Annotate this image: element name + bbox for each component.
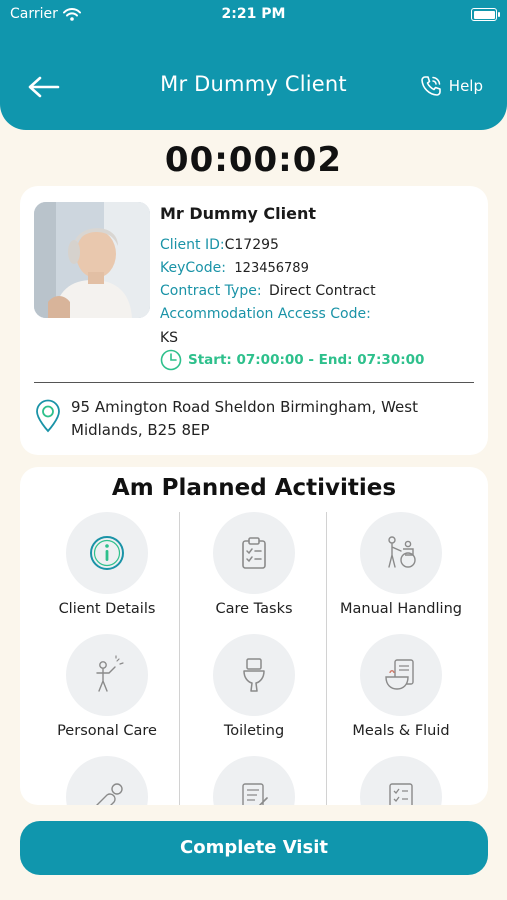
activity-medication[interactable]	[32, 756, 182, 805]
keycode-value: 123456789	[234, 261, 309, 276]
activity-label: Toileting	[223, 723, 285, 739]
phone-icon	[420, 76, 441, 96]
info-icon	[90, 536, 124, 570]
keycode-label: KeyCode:	[160, 260, 226, 276]
activity-label: Meals & Fluid	[352, 723, 450, 739]
schedule-row: Start: 07:00:00 - End: 07:30:00	[160, 349, 424, 371]
meal-icon	[385, 659, 414, 690]
activities-title: Am Planned Activities	[111, 475, 397, 501]
activity-label: Personal Care	[57, 723, 157, 739]
status-bar: Carrier 2:21 PM	[0, 0, 507, 30]
activity-label: Manual Handling	[340, 601, 462, 617]
checklist-icon	[389, 783, 413, 805]
activities-card: Am Planned Activities Client Details Car…	[20, 467, 488, 805]
complete-visit-button[interactable]: Complete Visit	[20, 821, 488, 875]
activity-label: Client Details	[58, 601, 156, 617]
clipboard-icon	[242, 537, 266, 569]
status-time: 2:21 PM	[221, 6, 286, 22]
medication-icon	[96, 783, 123, 805]
activity-label: Care Tasks	[215, 601, 293, 617]
client-address: 95 Amington Road Sheldon Birmingham, Wes…	[71, 398, 418, 439]
help-label: Help	[448, 77, 483, 95]
person-care-icon	[96, 655, 124, 692]
battery-icon	[471, 8, 500, 21]
location-pin-icon	[36, 399, 60, 433]
access-code-label: Accommodation Access Code:	[160, 306, 371, 322]
card-divider	[34, 382, 474, 383]
client-id-value: C17295	[224, 237, 279, 253]
activity-toileting[interactable]: Toileting	[179, 634, 329, 744]
client-id-row: Client ID:C17295	[160, 237, 279, 253]
help-button[interactable]: Help	[419, 74, 483, 98]
schedule-text: Start: 07:00:00 - End: 07:30:00	[188, 352, 425, 368]
client-id-label: Client ID:	[160, 237, 225, 253]
activity-notes[interactable]	[179, 756, 329, 805]
wheelchair-icon	[388, 536, 416, 568]
contract-type-row: Contract Type: Direct Contract	[160, 283, 376, 299]
visit-timer: 00:00:02	[164, 140, 343, 180]
client-avatar-image	[34, 202, 150, 318]
activity-personal-care[interactable]: Personal Care	[32, 634, 182, 744]
clock-icon	[160, 349, 182, 371]
toilet-icon	[243, 658, 265, 692]
app-header: Carrier 2:21 PM Mr Dummy Client Help	[0, 0, 507, 130]
client-name: Mr Dummy Client	[160, 204, 316, 223]
contract-type-value: Direct Contract	[269, 283, 376, 299]
activity-manual-handling[interactable]: Manual Handling	[326, 512, 476, 622]
client-card: Mr Dummy Client Client ID:C17295 KeyCode…	[20, 186, 488, 455]
activity-checklist[interactable]	[326, 756, 476, 805]
notes-icon	[242, 783, 268, 805]
keycode-row: KeyCode: 123456789	[160, 260, 309, 276]
activity-care-tasks[interactable]: Care Tasks	[179, 512, 329, 622]
access-code-value: KS	[160, 330, 179, 346]
client-photo	[34, 202, 150, 318]
contract-type-label: Contract Type:	[160, 283, 262, 299]
activity-client-details[interactable]: Client Details	[32, 512, 182, 622]
activity-meals-fluid[interactable]: Meals & Fluid	[326, 634, 476, 744]
